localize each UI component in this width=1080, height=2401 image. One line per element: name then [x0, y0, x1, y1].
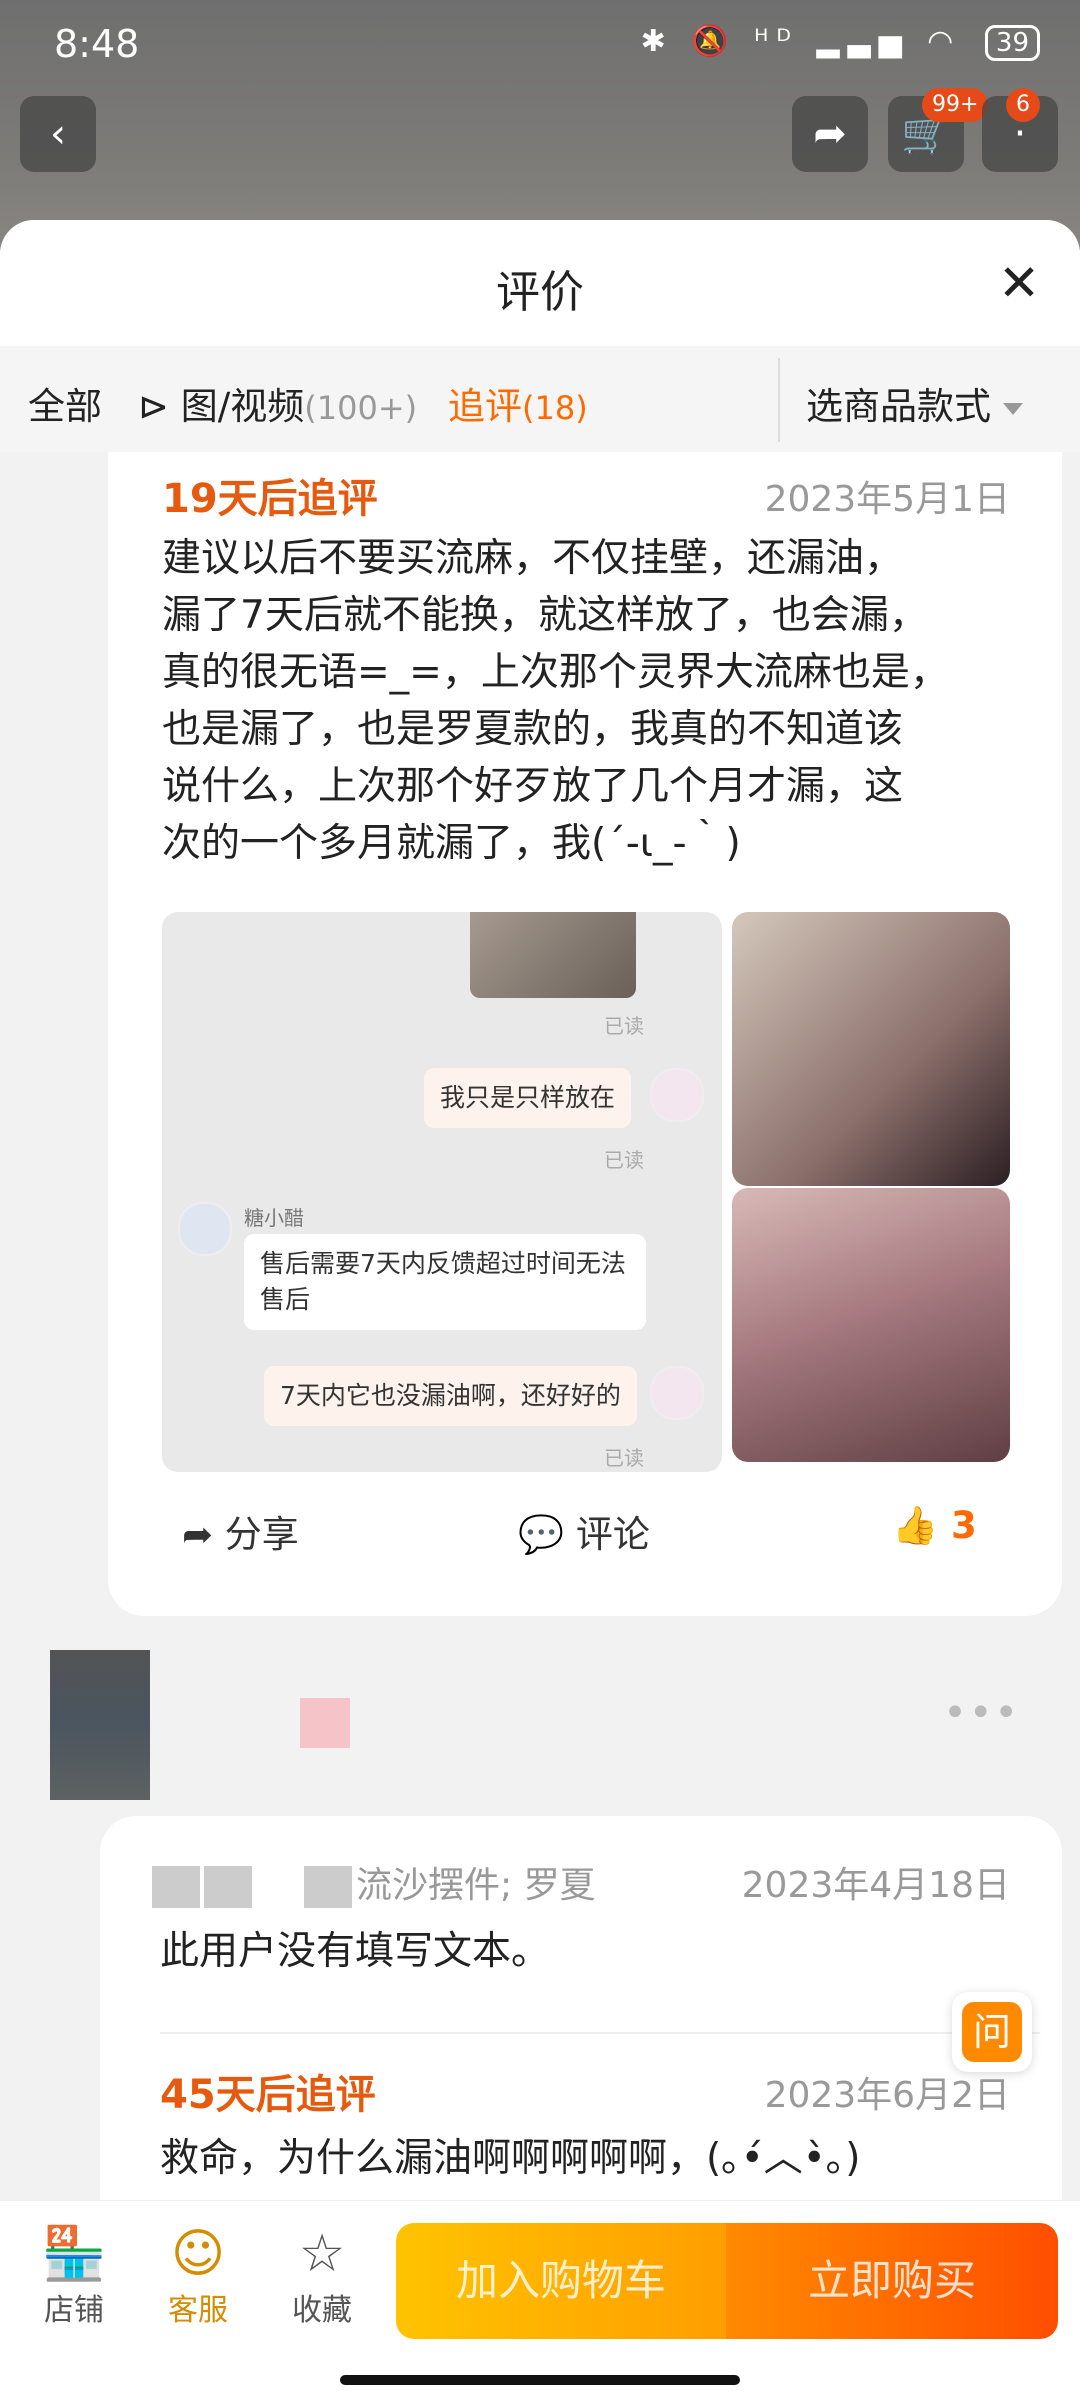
divider [160, 2032, 1040, 2034]
like-button[interactable]: 👍 3 [892, 1504, 977, 1548]
review-spec: 流沙摆件; 罗夏 [152, 1856, 596, 1908]
nav-favorite[interactable]: ☆ 收藏 [272, 2223, 372, 2329]
review-photo-2[interactable] [732, 912, 1010, 1186]
store-icon: 🏪 [41, 2224, 107, 2284]
reviewer-badge [300, 1698, 350, 1748]
action-row: ➦ 分享 💬 评论 👍 3 [108, 1488, 1062, 1568]
review-photo-3[interactable] [732, 1188, 1010, 1462]
chat-bubble: 7天内它也没漏油啊，还好好的 [264, 1366, 637, 1426]
close-button[interactable]: ✕ [998, 258, 1040, 308]
comment-icon: 💬 [518, 1513, 565, 1556]
review-photo-chat[interactable]: 已读 我只是只样放在 已读 糖小醋 售后需要7天内反馈超过时间无法 售后 7天内… [162, 912, 722, 1472]
back-button[interactable]: ‹ [20, 96, 96, 172]
more-button[interactable]: · 6 [982, 88, 1058, 172]
nav-service[interactable]: ☺ 客服 [148, 2223, 248, 2329]
status-time: 8:48 [54, 22, 140, 66]
home-indicator [340, 2375, 740, 2385]
chat-image-thumb [470, 912, 636, 998]
filter-tabs: 全部 ⊳ 图/视频(100+) 追评(18) 选商品款式 [0, 346, 1080, 452]
cart-badge: 99+ [922, 88, 989, 122]
share-icon: ➦ [813, 111, 847, 157]
tab-all-label: 全部 [28, 385, 102, 428]
text-line: 次的一个多月就漏了，我(´-ι_-｀) [162, 821, 741, 866]
star-icon: ☆ [298, 2224, 346, 2284]
text-line: 说什么，上次那个好歹放了几个月才漏，这 [162, 764, 904, 809]
tab-followup-label: 追评 [448, 385, 522, 428]
nav-shop[interactable]: 🏪 店铺 [24, 2223, 124, 2329]
reviews-sheet: 评价 ✕ 全部 ⊳ 图/视频(100+) 追评(18) 选商品款式 19天后追评… [0, 220, 1080, 2400]
battery-icon: 39 [984, 25, 1040, 61]
followup-card: 19天后追评 2023年5月1日 建议以后不要买流麻，不仅挂壁，还漏油， 漏了7… [108, 452, 1062, 1616]
comment-label: 评论 [575, 1513, 650, 1556]
chat-bubble: 售后需要7天内反馈超过时间无法 售后 [244, 1234, 646, 1330]
redacted-block [204, 1866, 252, 1908]
review-date: 2023年4月18日 [741, 1865, 1010, 1906]
followup-date: 2023年5月1日 [764, 479, 1010, 520]
tab-divider [778, 358, 780, 442]
bubble-line: 售后 [260, 1285, 311, 1314]
redacted-block [152, 1866, 200, 1908]
bubble-line: 售后需要7天内反馈超过时间无法 [260, 1249, 626, 1278]
chat-avatar [650, 1068, 704, 1122]
add-to-cart-button[interactable]: 加入购物车 [396, 2223, 726, 2339]
sheet-title: 评价 [496, 267, 584, 318]
read-receipt: 已读 [604, 1148, 644, 1172]
share-button[interactable]: ➦ 分享 [182, 1504, 299, 1558]
spec-label: 流沙摆件; 罗夏 [356, 1865, 596, 1906]
play-circle-icon: ⊳ [138, 385, 170, 428]
bottom-action-bar: 🏪 店铺 ☺ 客服 ☆ 收藏 加入购物车 立即购买 [0, 2200, 1080, 2401]
ask-button[interactable]: 问 [952, 1992, 1032, 2072]
agent-name: 糖小醋 [244, 1206, 304, 1230]
followup-label: 45天后追评 [160, 2072, 376, 2118]
close-icon: ✕ [998, 254, 1040, 312]
text-line: 建议以后不要买流麻，不仅挂壁，还漏油， [162, 536, 904, 581]
tab-media-label: 图/视频 [180, 385, 305, 428]
followup-text: 救命，为什么漏油啊啊啊啊啊，(｡•́︿•̀｡) [160, 2136, 861, 2181]
like-count: 3 [950, 1504, 977, 1547]
chat-bubble: 我只是只样放在 [424, 1068, 632, 1128]
buy-now-button[interactable]: 立即购买 [726, 2223, 1058, 2339]
read-receipt: 已读 [604, 1446, 644, 1470]
share-label: 分享 [224, 1513, 299, 1556]
chat-avatar [650, 1366, 704, 1420]
text-line: 真的很无语=_=，上次那个灵界大流麻也是， [162, 650, 949, 695]
tab-followup-count: (18) [522, 389, 588, 427]
ask-icon: 问 [962, 2002, 1022, 2062]
caret-down-icon [1003, 402, 1023, 415]
status-bar: 8:48 ✱ 🔕 ᴴᴰ ▂▃▅ ◠ 39 [0, 0, 1080, 90]
review-text: 此用户没有填写文本。 [160, 1929, 551, 1974]
followup-date: 2023年6月2日 [764, 2075, 1010, 2116]
followup-label: 19天后追评 [162, 476, 378, 522]
tab-all[interactable]: 全部 [28, 376, 102, 430]
share-top-button[interactable]: ➦ [792, 96, 868, 172]
customer-service-icon: ☺ [170, 2224, 226, 2284]
tab-followup[interactable]: 追评(18) [448, 376, 588, 430]
redacted-block [304, 1866, 352, 1908]
sheet-header: 评价 ✕ [0, 220, 1080, 346]
text-line: 也是漏了，也是罗夏款的，我真的不知道该 [162, 707, 904, 752]
status-icon-group: ✱ 🔕 ᴴᴰ ▂▃▅ ◠ [640, 24, 962, 59]
chevron-left-icon: ‹ [50, 111, 66, 157]
comment-button[interactable]: 💬 评论 [518, 1504, 650, 1558]
variant-select[interactable]: 选商品款式 [806, 376, 1023, 430]
text-line: 漏了7天后就不能换，就这样放了，也会漏， [162, 593, 928, 638]
followup-text: 建议以后不要买流麻，不仅挂壁，还漏油， 漏了7天后就不能换，就这样放了，也会漏，… [162, 530, 1022, 872]
more-options-icon[interactable]: ••• [943, 1690, 1020, 1736]
nav-shop-label: 店铺 [44, 2293, 104, 2328]
tab-media[interactable]: ⊳ 图/视频(100+) [138, 376, 417, 430]
share-icon: ➦ [182, 1513, 214, 1556]
cart-button[interactable]: 🛒 99+ [888, 88, 989, 172]
read-receipt: 已读 [604, 1014, 644, 1038]
variant-select-label: 选商品款式 [806, 385, 991, 428]
reviewer-avatar[interactable] [50, 1650, 150, 1800]
message-badge: 6 [1006, 88, 1040, 122]
nav-favorite-label: 收藏 [292, 2293, 352, 2328]
nav-service-label: 客服 [168, 2293, 228, 2328]
tab-media-count: (100+) [304, 389, 418, 427]
status-icons: ✱ 🔕 ᴴᴰ ▂▃▅ ◠ 39 [641, 24, 1040, 61]
agent-avatar [178, 1202, 232, 1256]
thumbs-up-icon: 👍 [892, 1504, 939, 1547]
